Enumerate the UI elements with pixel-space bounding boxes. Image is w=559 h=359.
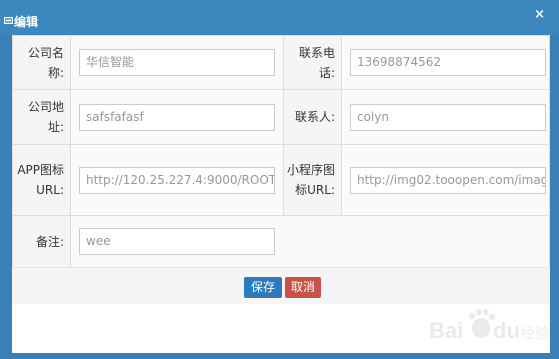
contact-cell: colyn bbox=[341, 89, 550, 145]
phone-cell: 13698874562 bbox=[341, 35, 550, 90]
company-name-cell: 华信智能 bbox=[70, 35, 284, 90]
window-icon bbox=[4, 17, 13, 24]
miniprogram-icon-url-cell: http://img02.tooopen.com/images bbox=[341, 144, 550, 216]
save-button[interactable]: 保存 bbox=[244, 277, 282, 298]
remark-label: 备注: bbox=[12, 215, 71, 268]
dialog-footer: 保存 取消 bbox=[12, 267, 550, 304]
cancel-button[interactable]: 取消 bbox=[285, 277, 321, 298]
company-name-input[interactable]: 华信智能 bbox=[79, 49, 275, 76]
phone-label: 联系电话: bbox=[283, 35, 342, 90]
contact-label: 联系人: bbox=[283, 89, 342, 145]
edit-dialog: 编辑 × 公司名称: 华信智能 联系电话: 13698874562 公司地址: … bbox=[0, 0, 559, 359]
app-icon-url-label: APP图标URL: bbox=[12, 144, 71, 216]
phone-input[interactable]: 13698874562 bbox=[350, 49, 546, 76]
app-icon-url-cell: http://120.25.227.4:9000/ROOT1/ bbox=[70, 144, 284, 216]
edit-form: 公司名称: 华信智能 联系电话: 13698874562 公司地址: safsf… bbox=[12, 35, 550, 268]
dialog-title: 编辑 bbox=[14, 15, 39, 29]
dialog-titlebar[interactable]: 编辑 × bbox=[0, 0, 559, 35]
miniprogram-icon-url-input[interactable]: http://img02.tooopen.com/images bbox=[350, 166, 546, 194]
app-icon-url-input[interactable]: http://120.25.227.4:9000/ROOT1/ bbox=[79, 166, 275, 194]
baidu-watermark-logo: Bai du 经验 bbox=[429, 309, 549, 343]
address-cell: safsfafasf bbox=[70, 89, 284, 145]
svg-text:Bai: Bai bbox=[429, 318, 463, 343]
close-icon[interactable]: × bbox=[534, 8, 545, 22]
miniprogram-icon-url-label: 小程序图标URL: bbox=[283, 144, 342, 216]
remark-input[interactable]: wee bbox=[79, 228, 275, 255]
svg-text:经验: 经验 bbox=[521, 326, 549, 342]
company-name-label: 公司名称: bbox=[12, 35, 71, 90]
address-label: 公司地址: bbox=[12, 89, 71, 145]
address-input[interactable]: safsfafasf bbox=[79, 103, 275, 131]
contact-input[interactable]: colyn bbox=[350, 103, 546, 131]
svg-text:du: du bbox=[493, 318, 520, 343]
remark-cell: wee bbox=[70, 215, 550, 268]
